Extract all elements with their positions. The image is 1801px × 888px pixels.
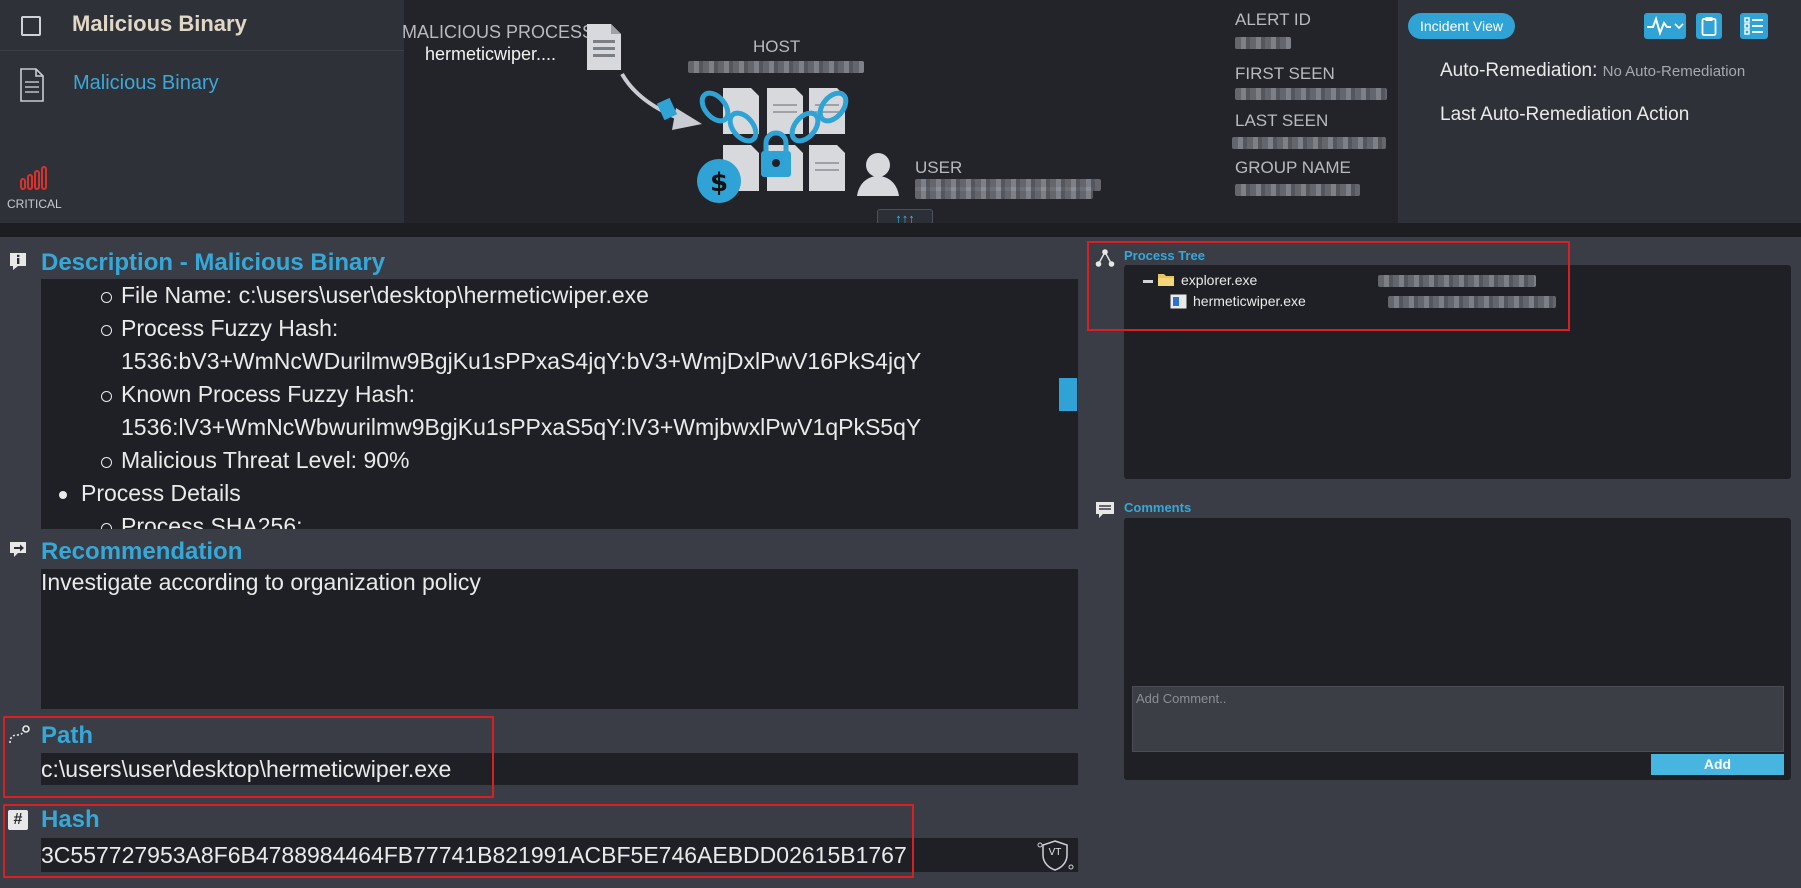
auto-remediation-status: Auto-Remediation: No Auto-Remediation bbox=[1440, 60, 1745, 82]
alert-title-row: Malicious Binary bbox=[0, 0, 404, 51]
alert-summary-panel: Malicious Binary Malicious Binary CRITIC… bbox=[0, 0, 404, 223]
remediation-panel: Incident View Auto-Remediation: No Auto-… bbox=[1398, 0, 1801, 223]
alert-type-link[interactable]: Malicious Binary bbox=[73, 72, 219, 95]
alert-id-value-redacted bbox=[1235, 37, 1291, 49]
list-item: Process Details bbox=[41, 477, 1078, 510]
severity-label: CRITICAL bbox=[7, 197, 62, 211]
first-seen-value-redacted bbox=[1235, 88, 1387, 100]
auto-remediation-label: Auto-Remediation: bbox=[1440, 60, 1598, 81]
clipboard-button[interactable] bbox=[1696, 13, 1722, 39]
recommendation-title: Recommendation bbox=[41, 538, 243, 565]
group-name-value-redacted bbox=[1235, 184, 1360, 196]
severity-bars-icon bbox=[20, 166, 47, 190]
description-content: File Name: c:\users\user\desktop\hermeti… bbox=[41, 279, 1078, 529]
add-comment-input[interactable]: Add Comment.. bbox=[1132, 686, 1784, 752]
list-item: Known Process Fuzzy Hash: bbox=[41, 378, 1078, 411]
user-label: USER bbox=[915, 158, 963, 177]
virustotal-button[interactable]: VT bbox=[1035, 838, 1075, 872]
select-alert-checkbox[interactable] bbox=[21, 16, 41, 36]
hash-highlight bbox=[3, 804, 914, 878]
comments-title: Comments bbox=[1124, 500, 1192, 515]
alert-title: Malicious Binary bbox=[72, 11, 247, 36]
list-item: File Name: c:\users\user\desktop\hermeti… bbox=[41, 279, 1078, 312]
header-separator bbox=[0, 223, 1801, 237]
description-scrollbar-thumb[interactable] bbox=[1059, 378, 1077, 411]
list-item: Process SHA256: bbox=[41, 510, 1078, 529]
list-item: 1536:lV3+WmNcWbwurilmw9BgjKu1sPPxaS5qY:l… bbox=[121, 414, 922, 440]
user-value-redacted-2 bbox=[915, 187, 1093, 199]
alert-id-label: ALERT ID bbox=[1235, 10, 1311, 29]
virustotal-label: VT bbox=[1048, 847, 1062, 858]
pulse-icon bbox=[1647, 15, 1684, 37]
host-label: HOST bbox=[753, 37, 801, 56]
list-item: Process Fuzzy Hash: bbox=[41, 312, 1078, 345]
last-remediation-label: Last Auto-Remediation Action bbox=[1440, 104, 1690, 125]
user-icon bbox=[857, 153, 899, 196]
process-file-icon bbox=[587, 24, 621, 70]
process-tree-highlight bbox=[1087, 241, 1570, 331]
info-icon bbox=[10, 253, 26, 270]
document-icon bbox=[20, 68, 44, 102]
svg-text:$: $ bbox=[710, 168, 728, 198]
last-seen-value-redacted bbox=[1232, 137, 1386, 149]
encrypted-files-icon: $ bbox=[697, 88, 849, 203]
auto-remediation-value: No Auto-Remediation bbox=[1602, 63, 1746, 80]
list-item: Malicious Threat Level: 90% bbox=[41, 444, 1078, 477]
first-seen-label: FIRST SEEN bbox=[1235, 64, 1335, 83]
list-icon bbox=[1744, 17, 1763, 35]
list-view-button[interactable] bbox=[1740, 13, 1768, 39]
activity-dropdown-button[interactable] bbox=[1644, 13, 1686, 39]
last-seen-label: LAST SEEN bbox=[1235, 111, 1329, 130]
recommendation-icon bbox=[10, 542, 26, 557]
add-comment-button[interactable]: Add bbox=[1651, 754, 1784, 775]
list-item: 1536:bV3+WmNcWDurilmw9BgjKu1sPPxaS4jqY:b… bbox=[121, 348, 922, 374]
comments-panel: Add Comment.. Add bbox=[1124, 518, 1791, 780]
recommendation-content: Investigate according to organization po… bbox=[41, 569, 1078, 709]
group-name-label: GROUP NAME bbox=[1235, 158, 1351, 177]
description-list: File Name: c:\users\user\desktop\hermeti… bbox=[41, 279, 1078, 529]
malicious-process-value[interactable]: hermeticwiper.... bbox=[425, 44, 556, 65]
description-title: Description - Malicious Binary bbox=[41, 249, 386, 276]
path-highlight bbox=[3, 716, 494, 798]
host-value-redacted bbox=[688, 61, 864, 73]
clipboard-icon bbox=[1701, 17, 1717, 36]
comments-icon bbox=[1096, 502, 1114, 518]
incident-view-button[interactable]: Incident View bbox=[1408, 13, 1516, 39]
malicious-process-label: MALICIOUS PROCESS bbox=[402, 22, 595, 42]
attack-arrow-icon bbox=[620, 72, 702, 130]
